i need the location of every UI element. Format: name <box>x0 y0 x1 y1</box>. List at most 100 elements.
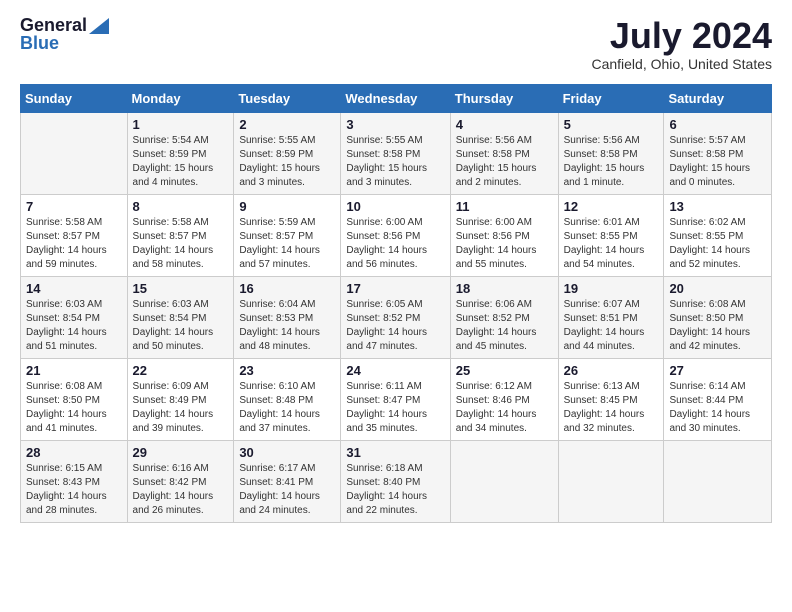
cell-info: Sunrise: 6:15 AMSunset: 8:43 PMDaylight:… <box>26 462 122 518</box>
calendar-cell: 8 Sunrise: 5:58 AMSunset: 8:57 PMDaylight… <box>127 194 234 276</box>
calendar-cell: 25Sunrise: 6:12 AMSunset: 8:46 PMDayligh… <box>450 358 558 440</box>
day-number: 18 <box>456 281 553 296</box>
logo-blue-text: Blue <box>20 34 109 54</box>
day-number: 9 <box>239 199 335 214</box>
location-subtitle: Canfield, Ohio, United States <box>591 56 772 72</box>
calendar-cell: 29 Sunrise: 6:16 AMSunset: 8:42 PMDayligh… <box>127 440 234 522</box>
day-number: 16 <box>239 281 335 296</box>
calendar-table: SundayMondayTuesdayWednesdayThursdayFrid… <box>20 84 772 523</box>
cell-info: Sunrise: 6:16 AMSunset: 8:42 PMDaylight:… <box>133 462 229 518</box>
page-header: General Blue July 2024 Canfield, Ohio, U… <box>20 16 772 72</box>
cell-info: Sunrise: 6:00 AMSunset: 8:56 PMDaylight:… <box>456 216 553 272</box>
title-block: July 2024 Canfield, Ohio, United States <box>591 16 772 72</box>
cell-info: Sunrise: 6:14 AMSunset: 8:44 PMDaylight:… <box>669 380 766 436</box>
cell-info: Sunrise: 6:17 AMSunset: 8:41 PMDaylight:… <box>239 462 335 518</box>
day-number: 7 <box>26 199 122 214</box>
calendar-body: 1 Sunrise: 5:54 AMSunset: 8:59 PMDaylight… <box>21 112 772 522</box>
calendar-cell: 19 Sunrise: 6:07 AMSunset: 8:51 PMDayligh… <box>558 276 664 358</box>
header-day-wednesday: Wednesday <box>341 84 450 112</box>
header-day-monday: Monday <box>127 84 234 112</box>
logo-icon <box>89 18 109 34</box>
day-number: 17 <box>346 281 444 296</box>
day-number: 1 <box>133 117 229 132</box>
month-year-title: July 2024 <box>591 16 772 56</box>
day-number: 20 <box>669 281 766 296</box>
week-row-5: 28 Sunrise: 6:15 AMSunset: 8:43 PMDayligh… <box>21 440 772 522</box>
week-row-1: 1 Sunrise: 5:54 AMSunset: 8:59 PMDaylight… <box>21 112 772 194</box>
day-number: 8 <box>133 199 229 214</box>
calendar-cell: 9 Sunrise: 5:59 AMSunset: 8:57 PMDaylight… <box>234 194 341 276</box>
calendar-cell: 20Sunrise: 6:08 AMSunset: 8:50 PMDayligh… <box>664 276 772 358</box>
calendar-cell <box>21 112 128 194</box>
calendar-cell: 23 Sunrise: 6:10 AMSunset: 8:48 PMDayligh… <box>234 358 341 440</box>
header-day-tuesday: Tuesday <box>234 84 341 112</box>
day-number: 11 <box>456 199 553 214</box>
cell-info: Sunrise: 5:58 AMSunset: 8:57 PMDaylight:… <box>26 216 122 272</box>
cell-info: Sunrise: 6:10 AMSunset: 8:48 PMDaylight:… <box>239 380 335 436</box>
day-number: 6 <box>669 117 766 132</box>
cell-info: Sunrise: 6:06 AMSunset: 8:52 PMDaylight:… <box>456 298 553 354</box>
calendar-cell: 26 Sunrise: 6:13 AMSunset: 8:45 PMDayligh… <box>558 358 664 440</box>
calendar-cell: 11 Sunrise: 6:00 AMSunset: 8:56 PMDayligh… <box>450 194 558 276</box>
day-number: 3 <box>346 117 444 132</box>
day-number: 27 <box>669 363 766 378</box>
cell-info: Sunrise: 5:57 AMSunset: 8:58 PMDaylight:… <box>669 134 766 190</box>
calendar-cell: 28 Sunrise: 6:15 AMSunset: 8:43 PMDayligh… <box>21 440 128 522</box>
calendar-cell <box>664 440 772 522</box>
cell-info: Sunrise: 6:09 AMSunset: 8:49 PMDaylight:… <box>133 380 229 436</box>
day-number: 28 <box>26 445 122 460</box>
day-number: 21 <box>26 363 122 378</box>
calendar-cell: 30 Sunrise: 6:17 AMSunset: 8:41 PMDayligh… <box>234 440 341 522</box>
cell-info: Sunrise: 6:08 AMSunset: 8:50 PMDaylight:… <box>26 380 122 436</box>
day-number: 10 <box>346 199 444 214</box>
day-number: 4 <box>456 117 553 132</box>
cell-info: Sunrise: 5:56 AMSunset: 8:58 PMDaylight:… <box>564 134 659 190</box>
day-number: 15 <box>133 281 229 296</box>
day-number: 2 <box>239 117 335 132</box>
cell-info: Sunrise: 5:55 AMSunset: 8:59 PMDaylight:… <box>239 134 335 190</box>
day-number: 12 <box>564 199 659 214</box>
calendar-cell: 14 Sunrise: 6:03 AMSunset: 8:54 PMDayligh… <box>21 276 128 358</box>
calendar-cell <box>558 440 664 522</box>
cell-info: Sunrise: 6:07 AMSunset: 8:51 PMDaylight:… <box>564 298 659 354</box>
cell-info: Sunrise: 5:58 AMSunset: 8:57 PMDaylight:… <box>133 216 229 272</box>
cell-info: Sunrise: 5:56 AMSunset: 8:58 PMDaylight:… <box>456 134 553 190</box>
cell-info: Sunrise: 6:03 AMSunset: 8:54 PMDaylight:… <box>133 298 229 354</box>
calendar-cell: 24Sunrise: 6:11 AMSunset: 8:47 PMDayligh… <box>341 358 450 440</box>
day-number: 5 <box>564 117 659 132</box>
day-number: 26 <box>564 363 659 378</box>
week-row-2: 7 Sunrise: 5:58 AMSunset: 8:57 PMDaylight… <box>21 194 772 276</box>
cell-info: Sunrise: 6:12 AMSunset: 8:46 PMDaylight:… <box>456 380 553 436</box>
cell-info: Sunrise: 5:59 AMSunset: 8:57 PMDaylight:… <box>239 216 335 272</box>
day-number: 22 <box>133 363 229 378</box>
calendar-cell: 1 Sunrise: 5:54 AMSunset: 8:59 PMDaylight… <box>127 112 234 194</box>
day-number: 29 <box>133 445 229 460</box>
calendar-cell: 31Sunrise: 6:18 AMSunset: 8:40 PMDayligh… <box>341 440 450 522</box>
calendar-cell: 3Sunrise: 5:55 AMSunset: 8:58 PMDaylight… <box>341 112 450 194</box>
calendar-cell: 5 Sunrise: 5:56 AMSunset: 8:58 PMDaylight… <box>558 112 664 194</box>
cell-info: Sunrise: 6:03 AMSunset: 8:54 PMDaylight:… <box>26 298 122 354</box>
day-number: 14 <box>26 281 122 296</box>
header-day-thursday: Thursday <box>450 84 558 112</box>
day-number: 23 <box>239 363 335 378</box>
calendar-cell: 15 Sunrise: 6:03 AMSunset: 8:54 PMDayligh… <box>127 276 234 358</box>
calendar-cell: 12 Sunrise: 6:01 AMSunset: 8:55 PMDayligh… <box>558 194 664 276</box>
calendar-cell: 4 Sunrise: 5:56 AMSunset: 8:58 PMDaylight… <box>450 112 558 194</box>
week-row-4: 21 Sunrise: 6:08 AMSunset: 8:50 PMDayligh… <box>21 358 772 440</box>
calendar-cell: 10Sunrise: 6:00 AMSunset: 8:56 PMDayligh… <box>341 194 450 276</box>
calendar-cell: 17 Sunrise: 6:05 AMSunset: 8:52 PMDayligh… <box>341 276 450 358</box>
header-row: SundayMondayTuesdayWednesdayThursdayFrid… <box>21 84 772 112</box>
header-day-friday: Friday <box>558 84 664 112</box>
day-number: 30 <box>239 445 335 460</box>
cell-info: Sunrise: 6:18 AMSunset: 8:40 PMDaylight:… <box>346 462 444 518</box>
cell-info: Sunrise: 6:02 AMSunset: 8:55 PMDaylight:… <box>669 216 766 272</box>
logo: General Blue <box>20 16 109 54</box>
cell-info: Sunrise: 6:01 AMSunset: 8:55 PMDaylight:… <box>564 216 659 272</box>
header-day-sunday: Sunday <box>21 84 128 112</box>
calendar-cell: 6 Sunrise: 5:57 AMSunset: 8:58 PMDaylight… <box>664 112 772 194</box>
cell-info: Sunrise: 6:05 AMSunset: 8:52 PMDaylight:… <box>346 298 444 354</box>
calendar-cell: 18 Sunrise: 6:06 AMSunset: 8:52 PMDayligh… <box>450 276 558 358</box>
cell-info: Sunrise: 6:13 AMSunset: 8:45 PMDaylight:… <box>564 380 659 436</box>
day-number: 19 <box>564 281 659 296</box>
cell-info: Sunrise: 5:54 AMSunset: 8:59 PMDaylight:… <box>133 134 229 190</box>
